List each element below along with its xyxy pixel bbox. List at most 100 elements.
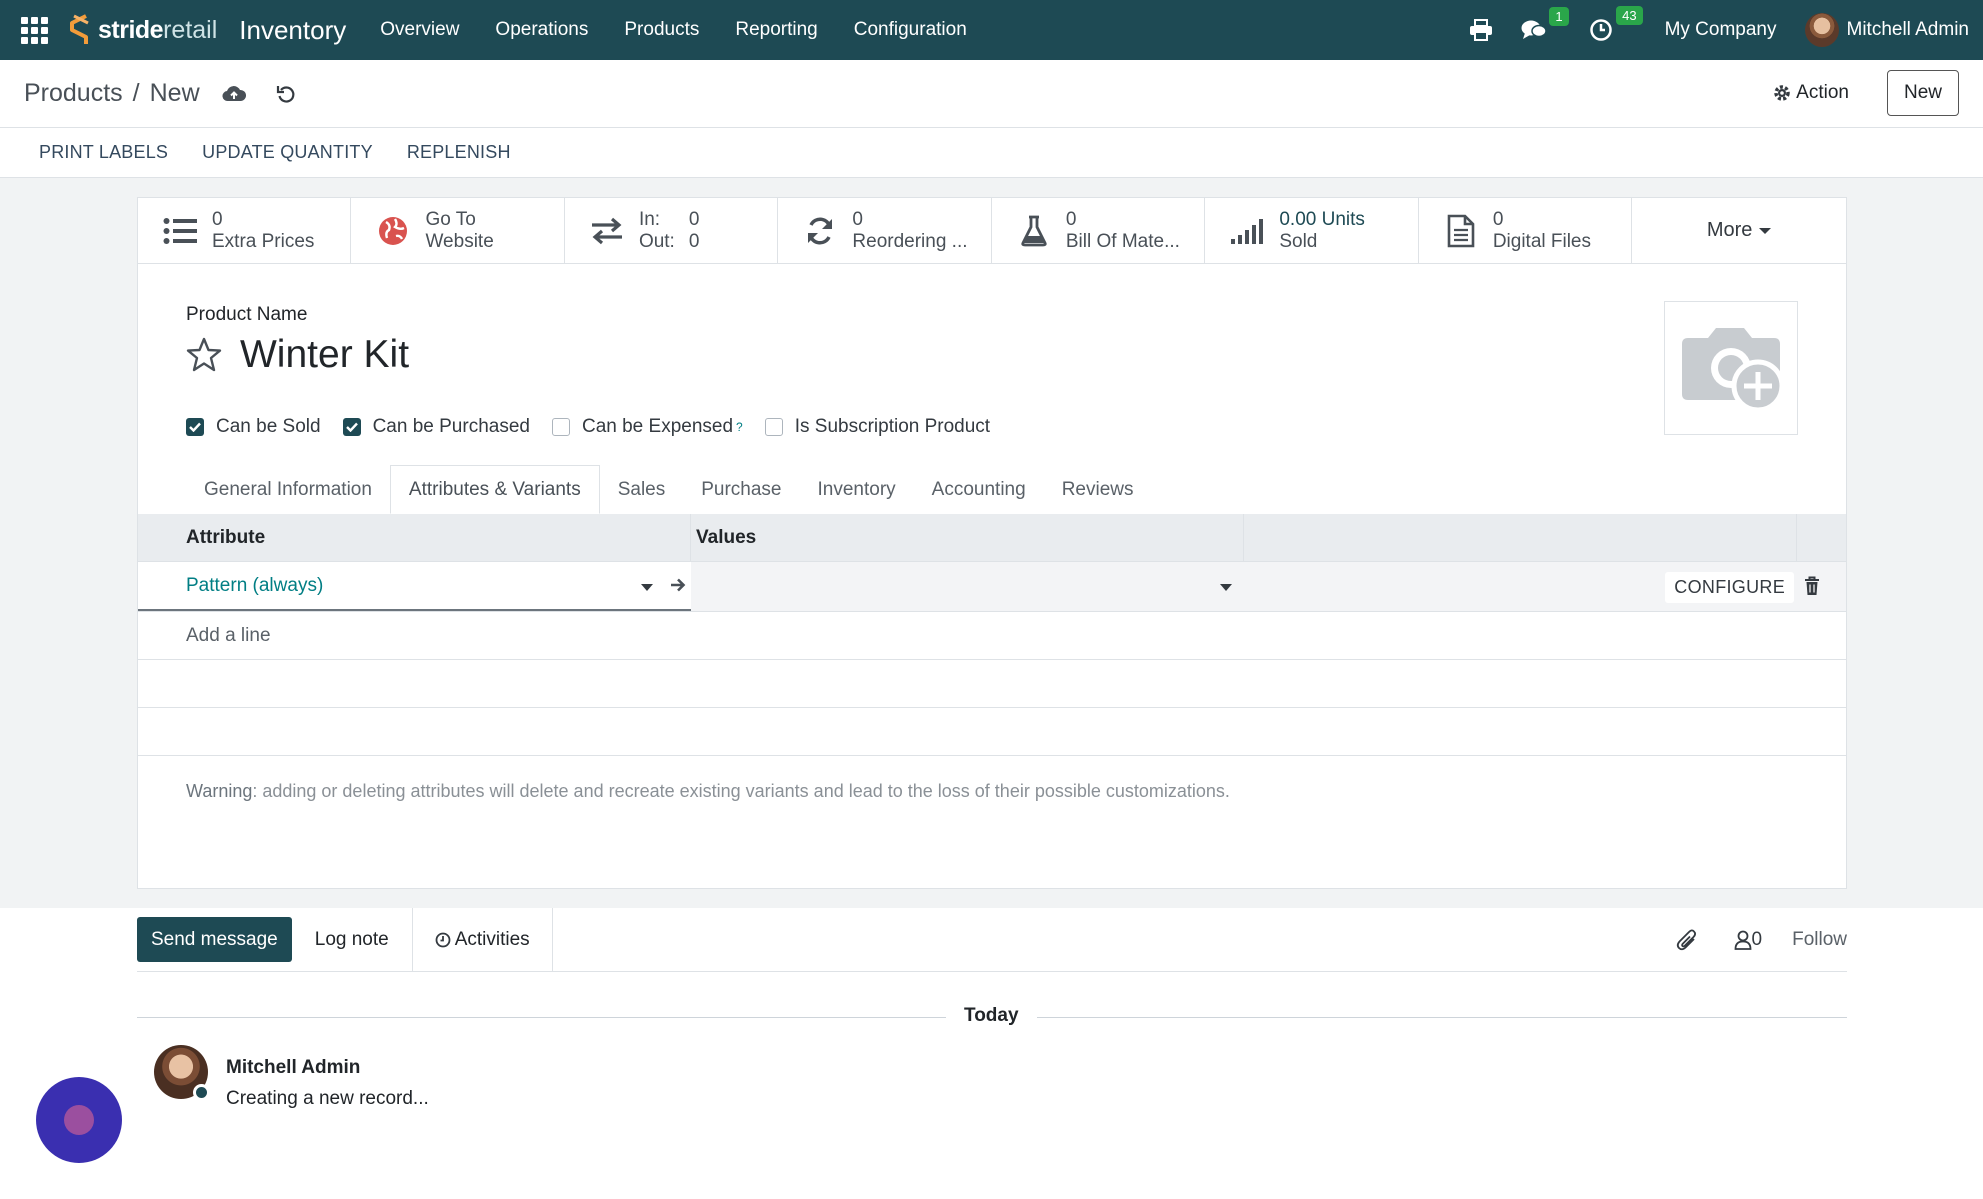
paperclip-icon[interactable] [1676,928,1698,952]
extra-prices-label: Extra Prices [212,230,315,252]
refresh-icon [808,217,833,244]
column-attribute[interactable]: Attribute [138,514,691,561]
action-menu-button[interactable]: Action [1773,82,1849,104]
go-to-website-button[interactable]: Go To Website [351,198,565,263]
bom-value: 0 [1065,208,1077,230]
tab-inventory[interactable]: Inventory [800,465,914,514]
list-icon [163,217,197,244]
units-sold-button[interactable]: 0.00 Units Sold [1205,198,1419,263]
tab-general-information[interactable]: General Information [186,465,390,514]
assistant-bubble-button[interactable] [36,1077,122,1163]
app-name[interactable]: Inventory [239,15,346,46]
is-subscription-label: Is Subscription Product [794,416,991,437]
digital-files-button[interactable]: 0 Digital Files [1419,198,1633,263]
tab-accounting[interactable]: Accounting [914,465,1044,514]
send-message-button[interactable]: Send message [137,917,292,962]
values-select[interactable] [691,562,1244,611]
checkbox-checked[interactable] [186,418,204,436]
caret-down-icon[interactable] [641,584,653,591]
activities-button[interactable]: 43 [1589,6,1643,42]
apps-menu-icon[interactable] [20,16,48,44]
menu-products[interactable]: Products [606,19,717,41]
replenish-button[interactable]: REPLENISH [407,142,511,163]
camera-add-icon [1682,328,1784,413]
bill-of-materials-button[interactable]: 0 Bill Of Mate... [992,198,1206,263]
smart-button-box: 0 Extra Prices Go To Website In: 0 Out: 0 0R… [138,198,1846,264]
help-tooltip-icon[interactable]: ? [736,420,743,434]
followers-button[interactable]: 0 [1734,929,1762,951]
print-labels-button[interactable]: PRINT LABELS [39,142,168,163]
product-image-upload[interactable] [1664,301,1798,435]
update-quantity-button[interactable]: UPDATE QUANTITY [202,142,373,163]
menu-operations[interactable]: Operations [477,19,606,41]
message-author[interactable]: Mitchell Admin [226,1057,429,1079]
tab-attributes-variants[interactable]: Attributes & Variants [389,465,600,514]
online-status-icon [193,1084,210,1101]
attribute-value: Pattern (always) [186,574,324,596]
breadcrumb-products[interactable]: Products [24,79,123,108]
configure-button[interactable]: CONFIGURE [1665,572,1794,603]
attribute-select[interactable]: Pattern (always) [138,562,691,611]
checkbox-unchecked[interactable] [551,418,570,436]
can-be-expensed-checkbox[interactable]: Can be Expensed? [551,416,743,438]
column-actions [1797,514,1846,561]
variants-warning: Warning: adding or deleting attributes w… [138,781,1846,802]
breadcrumb: Products / New [24,79,296,108]
checkbox-unchecked[interactable] [764,418,783,436]
internal-link-arrow-icon[interactable] [669,576,687,594]
undo-icon [276,85,295,103]
in-out-button[interactable]: In: 0 Out: 0 [565,198,779,263]
trash-icon[interactable] [1804,576,1820,596]
tab-purchase[interactable]: Purchase [683,465,799,514]
caret-down-icon[interactable] [1220,584,1232,591]
can-be-sold-checkbox[interactable]: Can be Sold [186,416,321,438]
sold-label: Sold [1279,230,1318,252]
activities-label: Activities [454,928,530,950]
log-note-button[interactable]: Log note [292,907,413,972]
extra-prices-button[interactable]: 0 Extra Prices [138,198,352,263]
menu-reporting[interactable]: Reporting [717,19,835,41]
tab-sales[interactable]: Sales [600,465,684,514]
in-label: In: [638,208,661,230]
more-buttons-dropdown[interactable]: More [1632,198,1846,263]
table-header: Attribute Values [138,514,1846,562]
print-button[interactable] [1469,19,1493,41]
out-label: Out: [638,230,675,252]
add-line-link[interactable]: Add a line [138,612,1846,660]
checkbox-checked[interactable] [342,418,361,436]
menu-configuration[interactable]: Configuration [836,19,985,41]
product-name-input[interactable]: Winter Kit [240,333,409,377]
navbar-systray: 1 43 My Company Mitchell Admin [1469,0,1983,60]
brand-logo[interactable]: stride retail [66,13,217,47]
product-flags: Can be Sold Can be Purchased Can be Expe… [186,416,1012,438]
save-button[interactable] [222,85,246,103]
column-empty [1244,514,1797,561]
sold-value: 0.00 Units [1279,208,1365,230]
form-sheet: 0 Extra Prices Go To Website In: 0 Out: 0 0R… [137,197,1847,889]
tab-reviews[interactable]: Reviews [1044,465,1152,514]
menu-overview[interactable]: Overview [362,19,477,41]
table-row[interactable]: Pattern (always) CONFIGURE [138,562,1846,612]
add-line-label: Add a line [186,624,271,646]
user-menu[interactable]: Mitchell Admin [1847,19,1970,41]
can-be-purchased-label: Can be Purchased [372,416,530,437]
discard-button[interactable] [276,84,296,104]
new-record-button[interactable]: New [1886,70,1959,116]
brand-name-light: retail [163,15,218,44]
user-avatar[interactable] [1804,13,1839,47]
action-label: Action [1796,82,1849,103]
activities-button[interactable]: Activities [413,907,553,972]
empty-row [138,660,1846,708]
column-values[interactable]: Values [691,514,1244,561]
caret-down-icon [1759,227,1772,234]
star-icon[interactable] [186,337,222,373]
messages-button[interactable]: 1 [1521,7,1569,41]
user-icon [1734,930,1751,950]
reordering-rules-button[interactable]: 0 Reordering ... [778,198,992,263]
is-subscription-checkbox[interactable]: Is Subscription Product [764,416,991,438]
clock-icon [1589,19,1612,41]
company-switcher[interactable]: My Company [1665,19,1777,41]
follow-button[interactable]: Follow [1792,929,1847,951]
avatar[interactable] [154,1045,210,1101]
can-be-purchased-checkbox[interactable]: Can be Purchased [342,416,530,438]
